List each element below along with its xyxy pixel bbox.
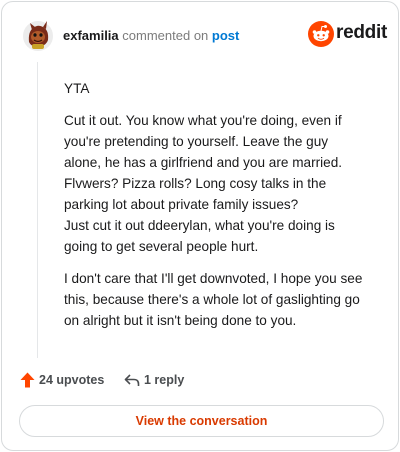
comment-actions: 24 upvotes 1 reply	[20, 371, 220, 391]
upvote-arrow-icon	[20, 372, 35, 388]
reply-arrow-icon	[124, 372, 140, 388]
reddit-wordmark: reddit	[336, 22, 387, 43]
reply-button[interactable]: 1 reply	[124, 371, 204, 391]
comment-line: going to get several people hurt.	[64, 239, 259, 254]
comment-line: alone, he has a girlfriend and you are m…	[64, 155, 343, 170]
thread-line	[37, 62, 38, 358]
comment-line: Cut it out. You know what you're doing, …	[64, 113, 342, 128]
reply-count: 1 reply	[144, 373, 185, 387]
reddit-snoo-icon	[308, 21, 334, 47]
post-link[interactable]: post	[212, 28, 239, 43]
commented-on-text: commented on	[122, 28, 209, 43]
upvote-count: 24 upvotes	[39, 373, 105, 387]
comment-meta: exfamilia commented on post	[63, 28, 239, 43]
comment-line: this, because there's a whole lot of gas…	[64, 292, 360, 307]
comment-line: parking lot about private family issues?	[64, 197, 299, 212]
comment-embed-card: exfamilia commented on post reddit YTA C…	[1, 1, 399, 451]
username[interactable]: exfamilia	[63, 28, 119, 43]
comment-line: you're pretending to yourself. Leave the…	[64, 134, 329, 149]
user-avatar[interactable]	[22, 18, 54, 52]
comment-line: Flvwers? Pizza rolls? Long cosy talks in…	[64, 176, 327, 191]
comment-line: Just cut it out ddeerylan, what you're d…	[64, 218, 335, 233]
comment-line: YTA	[64, 81, 90, 96]
comment-header: exfamilia commented on post reddit	[22, 18, 387, 52]
view-conversation-button[interactable]: View the conversation	[19, 405, 384, 437]
comment-paragraph: I don't care that I'll get downvoted, I …	[64, 268, 384, 331]
comment-paragraph: YTA	[64, 78, 384, 99]
comment-paragraph: Cut it out. You know what you're doing, …	[64, 110, 384, 257]
comment-body: YTA Cut it out. You know what you're doi…	[64, 78, 384, 342]
comment-line: I don't care that I'll get downvoted, I …	[64, 271, 363, 286]
reddit-brand[interactable]: reddit	[308, 21, 387, 49]
comment-line: on alright but it isn't being done to yo…	[64, 313, 297, 328]
